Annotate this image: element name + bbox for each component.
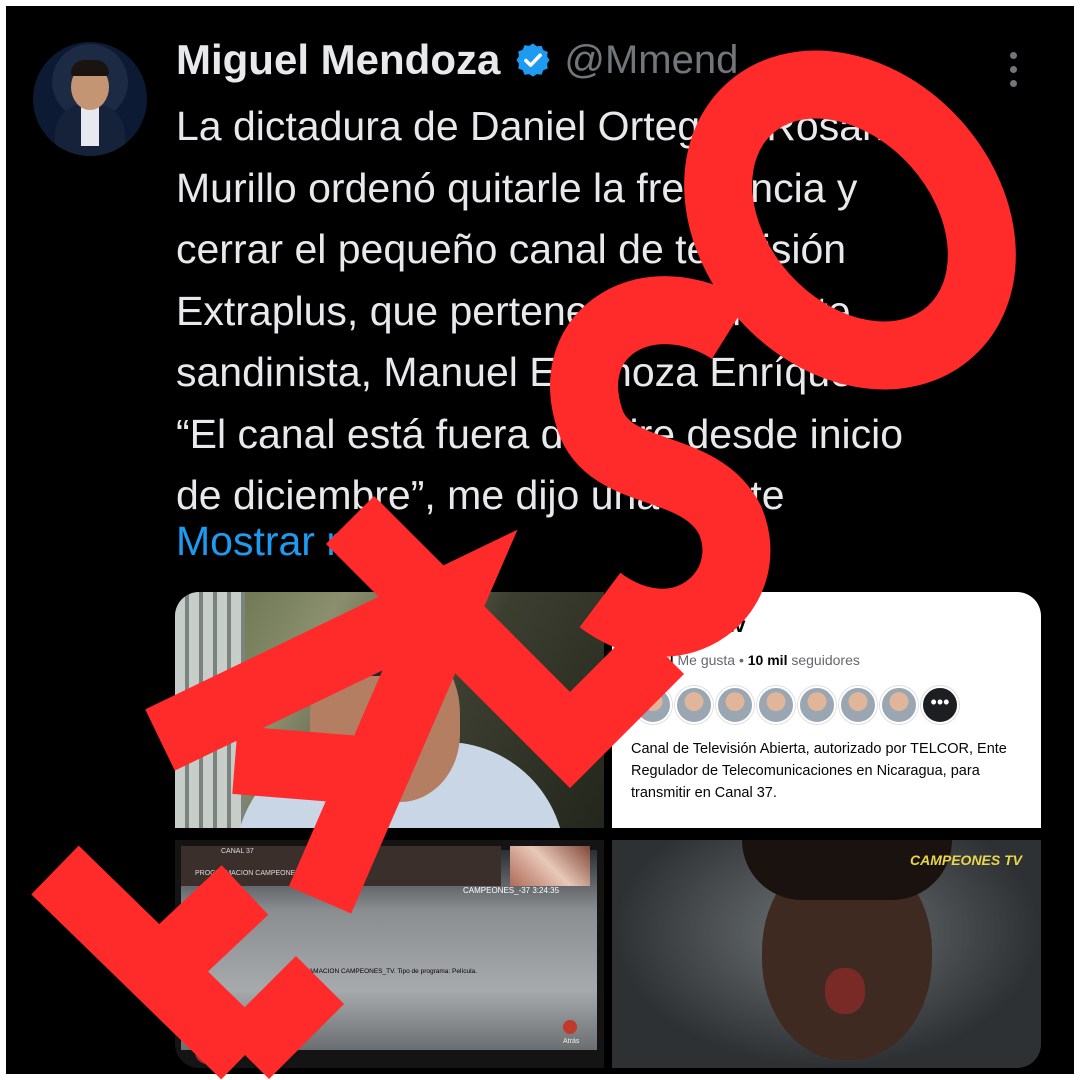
tweet-line: cerrar el pequeño canal de televisión — [176, 226, 847, 272]
author-name[interactable]: Miguel Mendoza — [176, 36, 500, 84]
tv-top-bar: CANAL 37 PROGRAMACION CAMPEONES_TV — [181, 846, 501, 886]
author-avatar[interactable] — [33, 42, 147, 156]
tv-back-label: Atrás — [563, 1038, 580, 1045]
tweet-line: “El canal está fuera del aire desde inic… — [176, 410, 904, 457]
more-options-icon[interactable] — [1010, 52, 1024, 87]
tweet-line: La dictadura de Daniel Ortega y Rosario — [176, 103, 908, 149]
media-facebook-card[interactable]: ExtraPlustv 4,4 mil Me gusta • 10 mil se… — [612, 592, 1041, 828]
tv-back-button-icon — [563, 1020, 577, 1034]
more-dots-icon: ••• — [921, 686, 959, 724]
avatar-shirt — [81, 106, 99, 146]
tweet-line: Murillo ordenó quitarle la frecuencia y — [176, 164, 858, 211]
window-blinds — [175, 592, 245, 828]
tweet-header: Miguel Mendoza @Mmend — [176, 36, 738, 84]
campeones-tv-logo: CAMPEONES TV — [910, 852, 1023, 868]
tweet-text: La dictadura de Daniel Ortega y Rosario … — [176, 96, 1056, 527]
fb-stats: 4,4 mil Me gusta • 10 mil seguidores — [630, 652, 860, 668]
follower-avatar — [634, 686, 672, 724]
woman-hair — [742, 840, 952, 900]
follower-avatar — [798, 686, 836, 724]
follower-avatar — [839, 686, 877, 724]
tv-program-info: PROGRAMACION CAMPEONES_TV. Tipo de progr… — [285, 968, 477, 975]
tv-program-label: PROGRAMACION CAMPEONES_TV — [195, 870, 313, 877]
fb-likes-count: 4,4 mil — [630, 652, 674, 668]
tweet-line: sandinista, Manuel Espinoza Enríquez. — [176, 349, 885, 395]
tv-channel-label: CANAL 37 — [221, 848, 254, 855]
media-photo-man[interactable] — [175, 592, 604, 828]
fb-page-name: ExtraPlustv — [630, 614, 746, 637]
fb-followers-count: 10 mil — [747, 652, 788, 668]
fb-follower-avatars: ••• — [634, 686, 959, 724]
follower-avatar — [675, 686, 713, 724]
fb-likes-label: Me gusta — [677, 652, 736, 668]
author-handle[interactable]: @Mmend — [564, 38, 738, 83]
follower-avatar — [880, 686, 918, 724]
media-photo-woman[interactable]: CAMPEONES TV — [612, 840, 1041, 1068]
show-more-link[interactable]: Mostrar más — [176, 518, 404, 565]
verified-badge-icon — [516, 43, 550, 77]
tv-clock: CAMPEONES_-37 3:24:35 — [463, 886, 560, 895]
fb-description: Canal de Televisión Abierta, autorizado … — [631, 741, 1007, 801]
tv-power-icon — [195, 1040, 219, 1064]
avatar-hair — [71, 60, 109, 76]
media-tv-screen[interactable]: CANAL 37 PROGRAMACION CAMPEONES_TV CAMPE… — [175, 840, 604, 1068]
man-mouth — [360, 732, 400, 754]
fb-followers-label: seguidores — [791, 652, 860, 668]
fb-stats-separator: • — [738, 652, 744, 668]
media-grid: ExtraPlustv 4,4 mil Me gusta • 10 mil se… — [175, 592, 1041, 1068]
woman-mouth — [825, 968, 865, 1014]
man-hair — [315, 606, 455, 676]
follower-avatar — [716, 686, 754, 724]
follower-avatar — [757, 686, 795, 724]
tv-thumbnail — [510, 846, 590, 886]
tweet-line: Extraplus, que pertenecía al militante — [176, 287, 851, 334]
